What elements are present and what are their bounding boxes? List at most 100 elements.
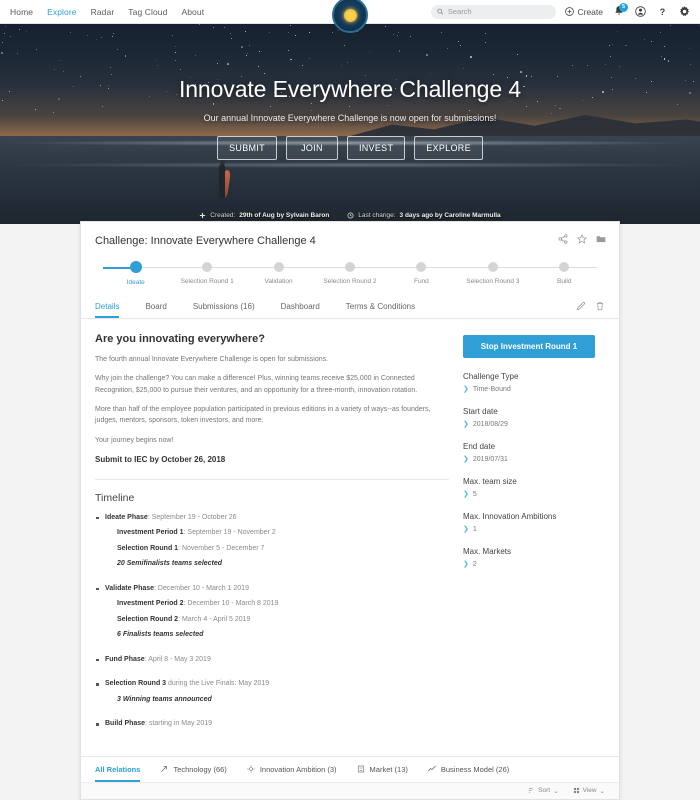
relation-tab-label: Market (13) [369, 764, 408, 774]
relation-tab-technology-66[interactable]: Technology (66) [160, 757, 227, 782]
stepper-step-selection-round-1[interactable]: Selection Round 1 [171, 262, 242, 286]
timeline-phase-dates: : December 10 - March 1 2019 [154, 584, 249, 592]
timeline-phase: Selection Round 3 during the Live Finals… [95, 679, 449, 705]
search-icon [437, 8, 444, 15]
hero-button-submit[interactable]: SUBMIT [217, 136, 277, 160]
tab-board[interactable]: Board [145, 294, 166, 318]
card-body: Are you innovating everywhere? The fourt… [81, 319, 619, 744]
created-meta: Created: 29th of Aug by Sylvain Baron [199, 212, 329, 219]
nav-link-about[interactable]: About [181, 7, 204, 17]
help-button[interactable]: ? [656, 5, 669, 19]
view-control[interactable]: View ⌄ [573, 787, 605, 795]
timeline-sublist: Investment Period 2: December 10 - March… [105, 599, 449, 641]
gear-icon [680, 6, 689, 17]
stepper-step-ideate[interactable]: Ideate [100, 261, 171, 286]
share-icon[interactable] [558, 234, 568, 244]
field-value[interactable]: ❯ 2 [463, 561, 595, 568]
field-value[interactable]: ❯ 2019/07/31 [463, 456, 595, 463]
step-label: Fund [413, 278, 429, 285]
stop-investment-round-button[interactable]: Stop Investment Round 1 [463, 335, 595, 358]
relation-tab-label: Innovation Ambition (3) [259, 764, 337, 774]
settings-button[interactable] [678, 5, 691, 19]
step-label: Ideate [126, 279, 145, 286]
search-box[interactable] [431, 4, 557, 19]
hero-action-buttons: SUBMIT JOIN INVEST EXPLORE [217, 136, 483, 160]
content-paragraphs: The fourth annual Innovate Everywhere Ch… [95, 354, 449, 446]
hero-button-invest[interactable]: INVEST [346, 136, 406, 160]
grid-icon [573, 788, 579, 794]
plus-circle-icon [565, 7, 575, 16]
step-dot [416, 262, 427, 272]
tab-terms-conditions[interactable]: Terms & Conditions [346, 294, 415, 318]
paragraph: Why join the challenge? You can make a d… [95, 375, 418, 394]
step-dot [273, 262, 284, 272]
step-label: Validation [264, 278, 293, 285]
history-clock-icon [347, 212, 354, 218]
timeline-sub-name: Selection Round 2 [117, 615, 179, 623]
hero-title: Innovate Everywhere Challenge 4 [178, 76, 522, 102]
timeline-phase-dates: during the Live Finals: May 2019 [166, 680, 270, 688]
timeline-sublist: Investment Period 1: September 19 - Nove… [105, 528, 449, 570]
nav-link-home[interactable]: Home [10, 7, 33, 17]
stepper-step-build[interactable]: Build [529, 262, 600, 286]
timeline-sub-item: 6 Finalists teams selected [117, 630, 449, 641]
timeline-sub-item: Investment Period 2: December 10 - March… [117, 599, 449, 610]
create-button[interactable]: Create [565, 7, 603, 17]
paragraph: Your journey begins now! [95, 436, 174, 444]
sun-icon [343, 8, 357, 22]
timeline-phase-name: Selection Round 3 [105, 680, 167, 688]
nav-link-tag-cloud[interactable]: Tag Cloud [128, 7, 167, 17]
notifications-button[interactable]: 5 [612, 2, 628, 19]
field-value[interactable]: ❯ 1 [463, 526, 595, 533]
sort-label: Sort [538, 787, 551, 795]
timeline-sub-item: Selection Round 1: November 5 - December… [117, 544, 449, 555]
relation-tab-all-relations[interactable]: All Relations [95, 757, 140, 782]
field-value[interactable]: ❯ 2018/08/29 [463, 421, 595, 428]
step-dot [129, 261, 142, 273]
stepper-step-selection-round-2[interactable]: Selection Round 2 [314, 262, 385, 286]
search-input[interactable] [447, 7, 551, 16]
field-label-start-date: Start date [463, 407, 498, 416]
modified-meta: Last change: 3 days ago by Caroline Marm… [347, 211, 501, 219]
tab-details[interactable]: Details [95, 294, 119, 318]
relation-tab-market-13[interactable]: Market (13) [357, 757, 408, 782]
stepper-step-validation[interactable]: Validation [243, 262, 314, 286]
field-value-text: Time-Bound [472, 386, 511, 393]
chevron-down-icon: ⌄ [599, 787, 605, 795]
svg-text:?: ? [660, 7, 665, 17]
timeline-sub-name: Investment Period 2 [117, 600, 184, 608]
relation-tab-label: All Relations [95, 764, 141, 774]
tab-dashboard[interactable]: Dashboard [281, 294, 320, 318]
nav-link-explore[interactable]: Explore [47, 7, 77, 17]
stepper-step-fund[interactable]: Fund [386, 262, 457, 286]
timeline-sub-item: 20 Semifinalists teams selected [117, 559, 449, 570]
content-divider [95, 478, 449, 480]
sort-control[interactable]: Sort ⌄ [528, 787, 559, 795]
relation-tab-innovation-ambition-3[interactable]: Innovation Ambition (3) [247, 757, 337, 782]
user-account-button[interactable] [634, 5, 647, 19]
timeline-phase: Ideate Phase: September 19 - October 26 I… [95, 513, 449, 570]
field-value[interactable]: ❯ 5 [463, 491, 595, 498]
tab-submissions-16[interactable]: Submissions (16) [193, 294, 255, 318]
star-icon[interactable] [577, 234, 587, 244]
nav-link-radar[interactable]: Radar [91, 7, 115, 17]
top-navigation-bar: Home Explore Radar Tag Cloud About Create 5 [0, 0, 700, 33]
relation-tab-business-model-26[interactable]: Business Model (26) [428, 757, 509, 782]
folder-icon[interactable] [596, 234, 606, 244]
plus-icon [200, 212, 206, 218]
timeline-sub-name: 6 Finalists teams selected [117, 631, 204, 639]
trash-icon[interactable] [595, 301, 605, 311]
edit-pencil-icon[interactable] [576, 301, 586, 311]
stepper-step-selection-round-3[interactable]: Selection Round 3 [457, 262, 528, 286]
submit-callout: Submit to IEC by October 26, 2018 [95, 454, 226, 464]
hero-button-join[interactable]: JOIN [285, 136, 338, 160]
timeline-sub-dates: : December 10 - March 8 2019 [183, 600, 279, 608]
hero-button-explore[interactable]: EXPLORE [414, 136, 483, 160]
timeline-sublist: 3 Winning teams announced [105, 695, 449, 706]
page-title: Challenge: Innovate Everywhere Challenge… [95, 235, 316, 247]
trend-line-icon [428, 765, 436, 773]
create-button-label: Create [577, 6, 603, 17]
main-content-column: Are you innovating everywhere? The fourt… [95, 333, 463, 744]
field-value[interactable]: ❯ Time-Bound [463, 386, 595, 393]
modified-value: 3 days ago by Caroline Marmulla [399, 211, 501, 219]
